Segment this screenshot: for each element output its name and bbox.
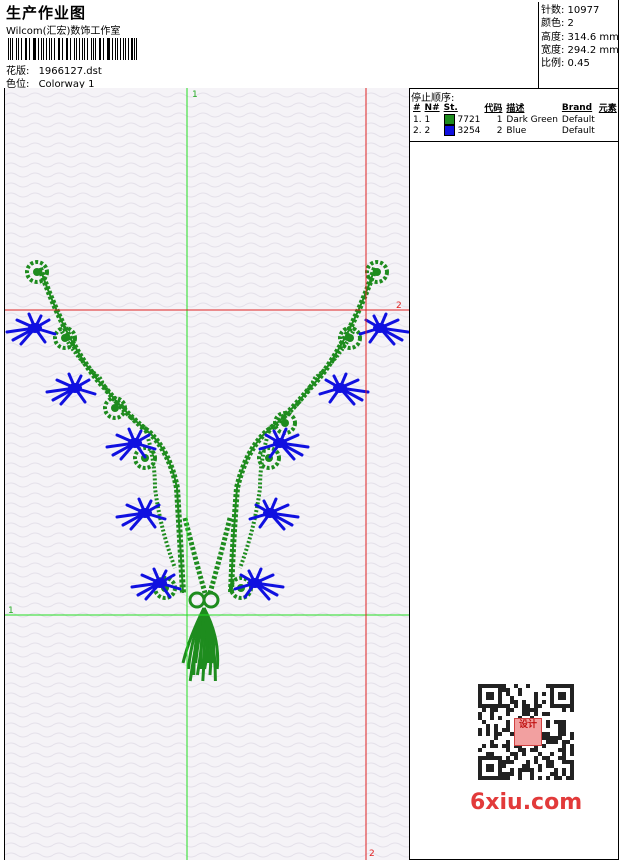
qr-code: 设计 [470, 680, 582, 784]
row-element [597, 125, 619, 136]
stop-sequence-table: # N# St. 代码 描述 Brand 元素 1. 1 7721 1 Dark… [411, 101, 619, 136]
row-brand: Default [561, 125, 595, 136]
row-stop: 2 [496, 125, 503, 136]
col-number: N# [424, 102, 440, 113]
table-row[interactable]: 2. 2 3254 2 Blue Default [411, 125, 619, 136]
col-element: 元素 [598, 104, 617, 114]
table-header-row: # N# St. 代码 描述 Brand 元素 [411, 101, 619, 115]
row-code: 3254 [457, 126, 481, 136]
col-stop: St. [443, 102, 458, 113]
row-desc: Blue [506, 125, 527, 136]
row-element [597, 114, 619, 125]
design-width: 宽度: 294.2 mm [541, 44, 619, 56]
row-code-cell: 7721 [442, 114, 483, 125]
color-swatch [443, 125, 455, 136]
color-swatch [443, 114, 455, 125]
col-index: # [413, 102, 421, 113]
design-scale: 比例: 0.45 [541, 58, 590, 70]
embroidery-preview: 1 1 2 2 [5, 88, 409, 860]
stitch-count: 针数: 10977 [541, 5, 600, 16]
row-code: 7721 [457, 115, 481, 125]
stats-panel: 针数: 10977 颜色: 2 高度: 314.6 mm 宽度: 294.2 m… [541, 4, 619, 70]
row-stop: 1 [496, 114, 503, 125]
design-height: 高度: 314.6 mm [541, 31, 619, 43]
row-desc: Dark Green [506, 114, 558, 125]
studio-name: Wilcom(汇宏)数饰工作室 [6, 26, 121, 37]
guide-label-right: 2 [396, 301, 402, 311]
col-desc: 描述 [506, 104, 525, 114]
design-canvas[interactable]: 1 1 2 2 [5, 88, 409, 860]
row-index: 2. 2 [413, 125, 431, 136]
row-index: 1. 1 [413, 114, 431, 125]
col-brand: Brand [561, 102, 593, 113]
page-title: 生产作业图 [6, 4, 87, 22]
row-brand: Default [561, 114, 595, 125]
table-row[interactable]: 1. 1 7721 1 Dark Green Default [411, 114, 619, 125]
guide-label-bottom: 2 [369, 849, 375, 859]
barcode [8, 38, 140, 60]
seal-stamp: 设计 [514, 718, 542, 746]
guide-label-left: 1 [8, 606, 14, 616]
guide-label-top: 1 [192, 90, 198, 100]
col-code: 代码 [484, 104, 503, 114]
color-count: 颜色: 2 [541, 18, 574, 30]
row-code-cell: 3254 [442, 125, 483, 136]
watermark-text: 6xiu.com [470, 790, 583, 815]
